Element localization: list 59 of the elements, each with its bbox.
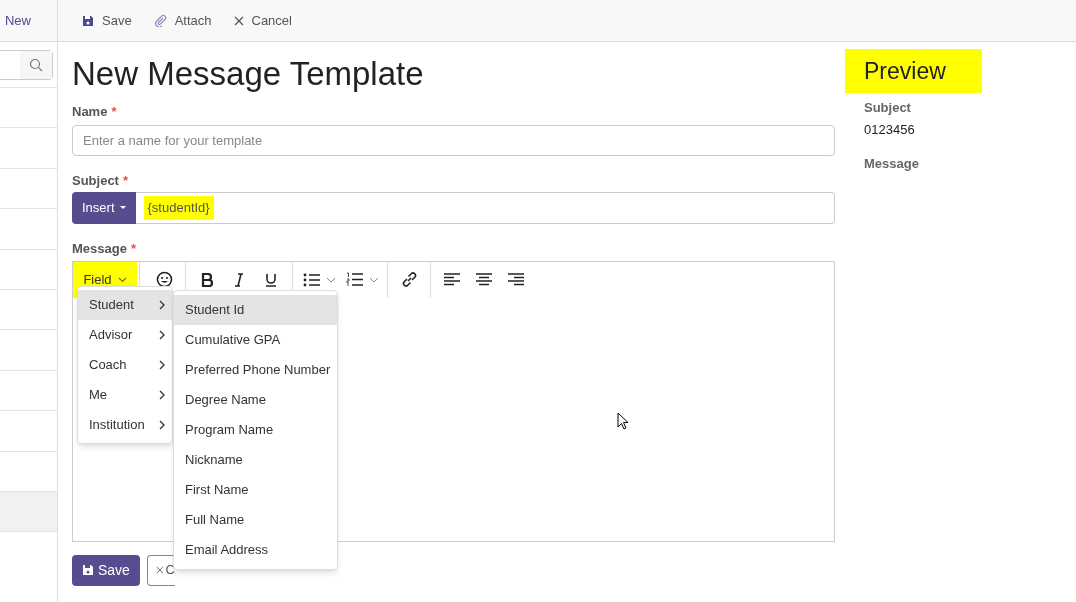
numbered-list-icon [346,272,363,287]
menu-item[interactable]: Nickname [174,445,337,475]
menu-item[interactable]: Preferred Phone Number [174,355,337,385]
bullet-list-icon [303,272,320,287]
required-mark: * [111,103,117,121]
chevron-right-icon [159,420,165,430]
align-center-icon [476,273,492,286]
italic-icon [234,272,244,287]
menu-item[interactable]: Student [78,290,172,320]
close-icon [233,15,244,26]
save-icon [82,14,94,27]
field-label: Name [72,103,108,121]
save-button[interactable]: Save [82,10,132,31]
chevron-right-icon [159,390,165,400]
menu-item[interactable]: First Name [174,475,337,505]
field-label: Message [72,240,127,258]
search-field[interactable] [0,49,53,80]
save-icon [82,564,94,576]
chevron-right-icon [159,330,165,340]
preview-value: 0123456 [863,120,916,139]
paperclip-icon [153,14,167,27]
insert-button[interactable]: Insert [72,192,136,224]
chevron-right-icon [159,360,165,370]
menu-item[interactable]: Program Name [174,415,337,445]
bold-icon [201,272,213,287]
caret-icon [119,206,126,210]
underline-icon [265,272,277,287]
preview-label: Message [863,155,920,173]
save-button[interactable]: Save [72,554,140,586]
preview-title: Preview [845,49,982,93]
close-icon [155,565,164,575]
required-mark: * [130,240,136,258]
chevron-down-icon [369,276,379,283]
required-mark: * [122,171,129,190]
subject-field[interactable]: {studentId} [135,192,835,224]
mouse-cursor-icon [617,412,629,430]
field-label: Subject [72,171,119,190]
menu-item[interactable]: Full Name [174,505,337,535]
align-right-icon [508,273,524,286]
menu-item[interactable]: Institution [78,410,172,440]
menu-item[interactable]: Me [78,380,172,410]
field-value: {studentId} [143,196,214,220]
menu-item[interactable]: Advisor [78,320,172,350]
menu-item[interactable]: Coach [78,350,172,380]
preview-label: Subject [863,99,912,117]
smiley-icon [155,271,173,288]
menu-item[interactable]: Cumulative GPA [174,325,337,355]
search-icon [29,57,43,72]
page-title: New Message Template [72,54,425,94]
menu-item[interactable]: Degree Name [174,385,337,415]
cancel-button[interactable]: Cancel [233,10,292,31]
chevron-down-icon [326,276,336,283]
name-field[interactable]: Enter a name for your template [72,124,835,156]
menu-item[interactable]: Student Id [174,295,337,325]
align-left-icon [444,273,460,286]
chevron-right-icon [159,300,165,310]
chevron-down-icon [117,276,127,283]
attach-button[interactable]: Attach [153,10,212,31]
link-icon [400,271,418,288]
